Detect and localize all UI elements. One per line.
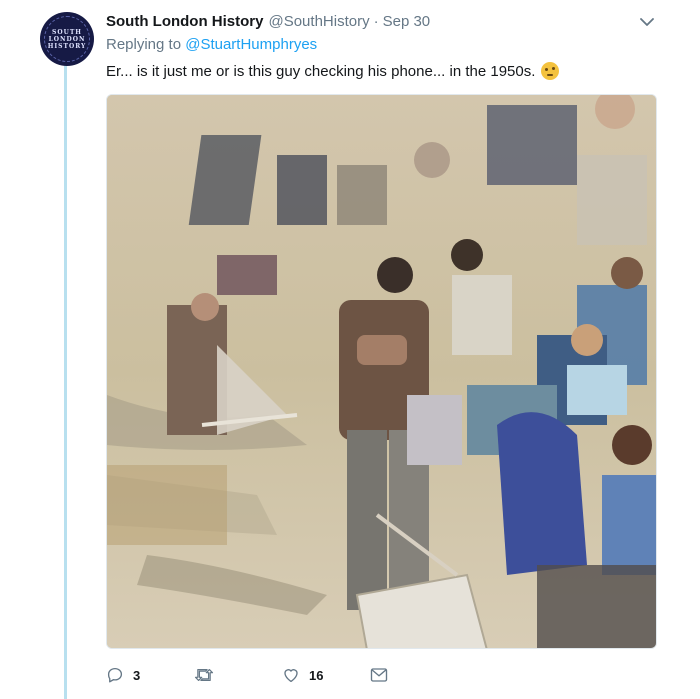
heart-icon [284, 669, 298, 683]
author-handle[interactable]: @SouthHistory [268, 13, 369, 30]
retweet-action[interactable] [194, 666, 282, 684]
tweet-header: South London History @SouthHistory · Sep… [106, 10, 666, 32]
thinking-face-icon [541, 62, 560, 80]
direct-message-action[interactable] [370, 667, 410, 683]
avatar[interactable]: SOUTH LONDON HISTORY [40, 12, 94, 66]
replying-to-line: Replying to @StuartHumphryes [106, 36, 317, 53]
thread-connector-line [64, 66, 67, 699]
reply-action[interactable]: 3 [106, 666, 194, 684]
author-name[interactable]: South London History [106, 13, 263, 30]
reply-count: 3 [133, 667, 141, 683]
tweet-date[interactable]: Sep 30 [383, 13, 431, 30]
replying-to-mention-link[interactable]: @StuartHumphryes [185, 36, 317, 53]
tweet-body: Er... is it just me or is this guy check… [106, 62, 536, 80]
avatar-ring [44, 16, 90, 62]
retweet-icon [194, 668, 214, 681]
tweet-text: Er... is it just me or is this guy check… [106, 62, 560, 80]
tweet-actions-bar: 3 16 [106, 663, 410, 687]
beach-photo-image [107, 95, 656, 648]
tweet-photo[interactable] [106, 94, 657, 649]
like-count: 16 [309, 667, 324, 683]
like-action[interactable]: 16 [282, 666, 370, 684]
header-separator: · [373, 12, 379, 30]
replying-to-prefix: Replying to [106, 36, 182, 53]
chevron-down-icon [640, 17, 654, 26]
reply-icon [107, 667, 123, 683]
tweet-menu-button[interactable] [637, 12, 657, 32]
envelope-icon [370, 668, 388, 682]
